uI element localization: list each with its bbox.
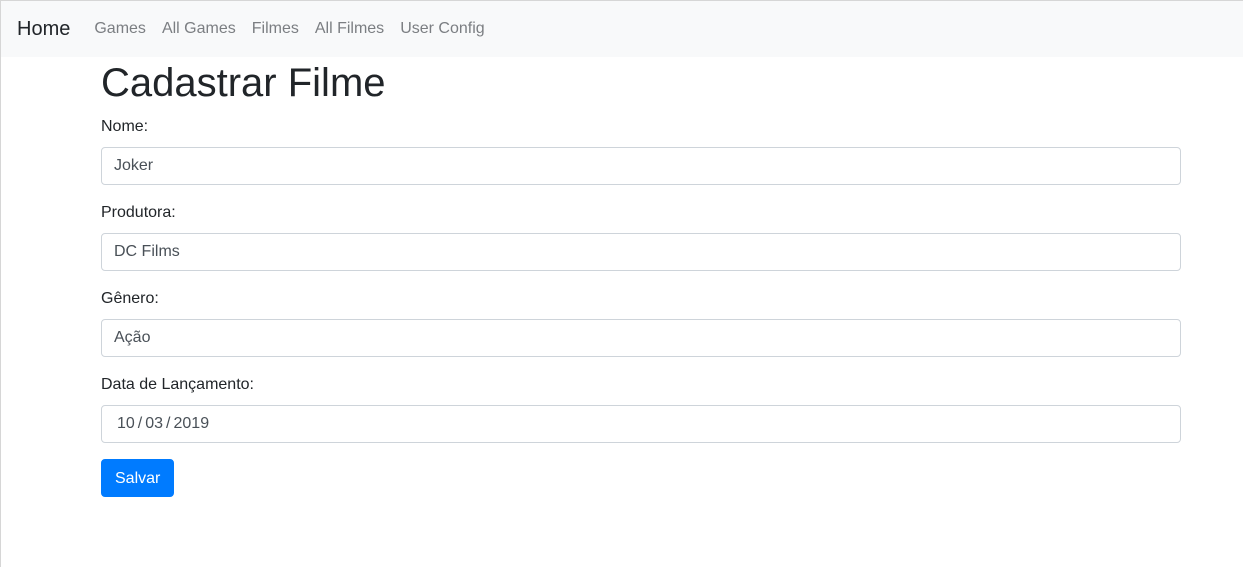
data-lancamento-date-input[interactable]: 10 / 03 / 2019: [101, 405, 1181, 443]
nav-link-all-games[interactable]: All Games: [162, 20, 236, 38]
date-month-segment[interactable]: 03: [145, 415, 163, 433]
navbar: Home Games All Games Filmes All Filmes U…: [1, 1, 1243, 57]
cadastrar-filme-form: Nome: Joker Produtora: DC Films Gênero: …: [101, 115, 1181, 497]
nome-input[interactable]: Joker: [101, 147, 1181, 185]
nav-link-user-config[interactable]: User Config: [400, 20, 484, 38]
produtora-value: DC Films: [114, 243, 180, 260]
nav-brand-home[interactable]: Home: [17, 18, 70, 41]
date-year-segment[interactable]: 2019: [174, 415, 210, 433]
produtora-label: Produtora:: [101, 204, 176, 221]
date-separator: /: [166, 415, 171, 432]
nome-label: Nome:: [101, 118, 149, 135]
main-content: Cadastrar Filme Nome: Joker Produtora: D…: [101, 59, 1181, 497]
page-title: Cadastrar Filme: [101, 61, 386, 105]
nav-link-all-filmes[interactable]: All Filmes: [315, 20, 384, 38]
nav-link-games[interactable]: Games: [94, 20, 146, 38]
form-group-nome: Nome: Joker: [101, 115, 1181, 185]
date-separator: /: [137, 415, 143, 432]
genero-value: Ação: [114, 329, 151, 346]
form-group-genero: Gênero: Ação: [101, 287, 1181, 357]
date-day-segment[interactable]: 10: [117, 415, 135, 433]
form-group-produtora: Produtora: DC Films: [101, 201, 1181, 271]
nav-link-filmes[interactable]: Filmes: [252, 20, 299, 38]
app-window: Home Games All Games Filmes All Filmes U…: [0, 0, 1243, 567]
genero-label: Gênero:: [101, 290, 159, 307]
genero-input[interactable]: Ação: [101, 319, 1181, 357]
produtora-input[interactable]: DC Films: [101, 233, 1181, 271]
nome-value: Joker: [114, 157, 154, 174]
data-lancamento-label: Data de Lançamento:: [101, 376, 254, 393]
form-group-data-lancamento: Data de Lançamento: 10 / 03 / 2019: [101, 373, 1181, 443]
salvar-button[interactable]: Salvar: [101, 459, 175, 497]
